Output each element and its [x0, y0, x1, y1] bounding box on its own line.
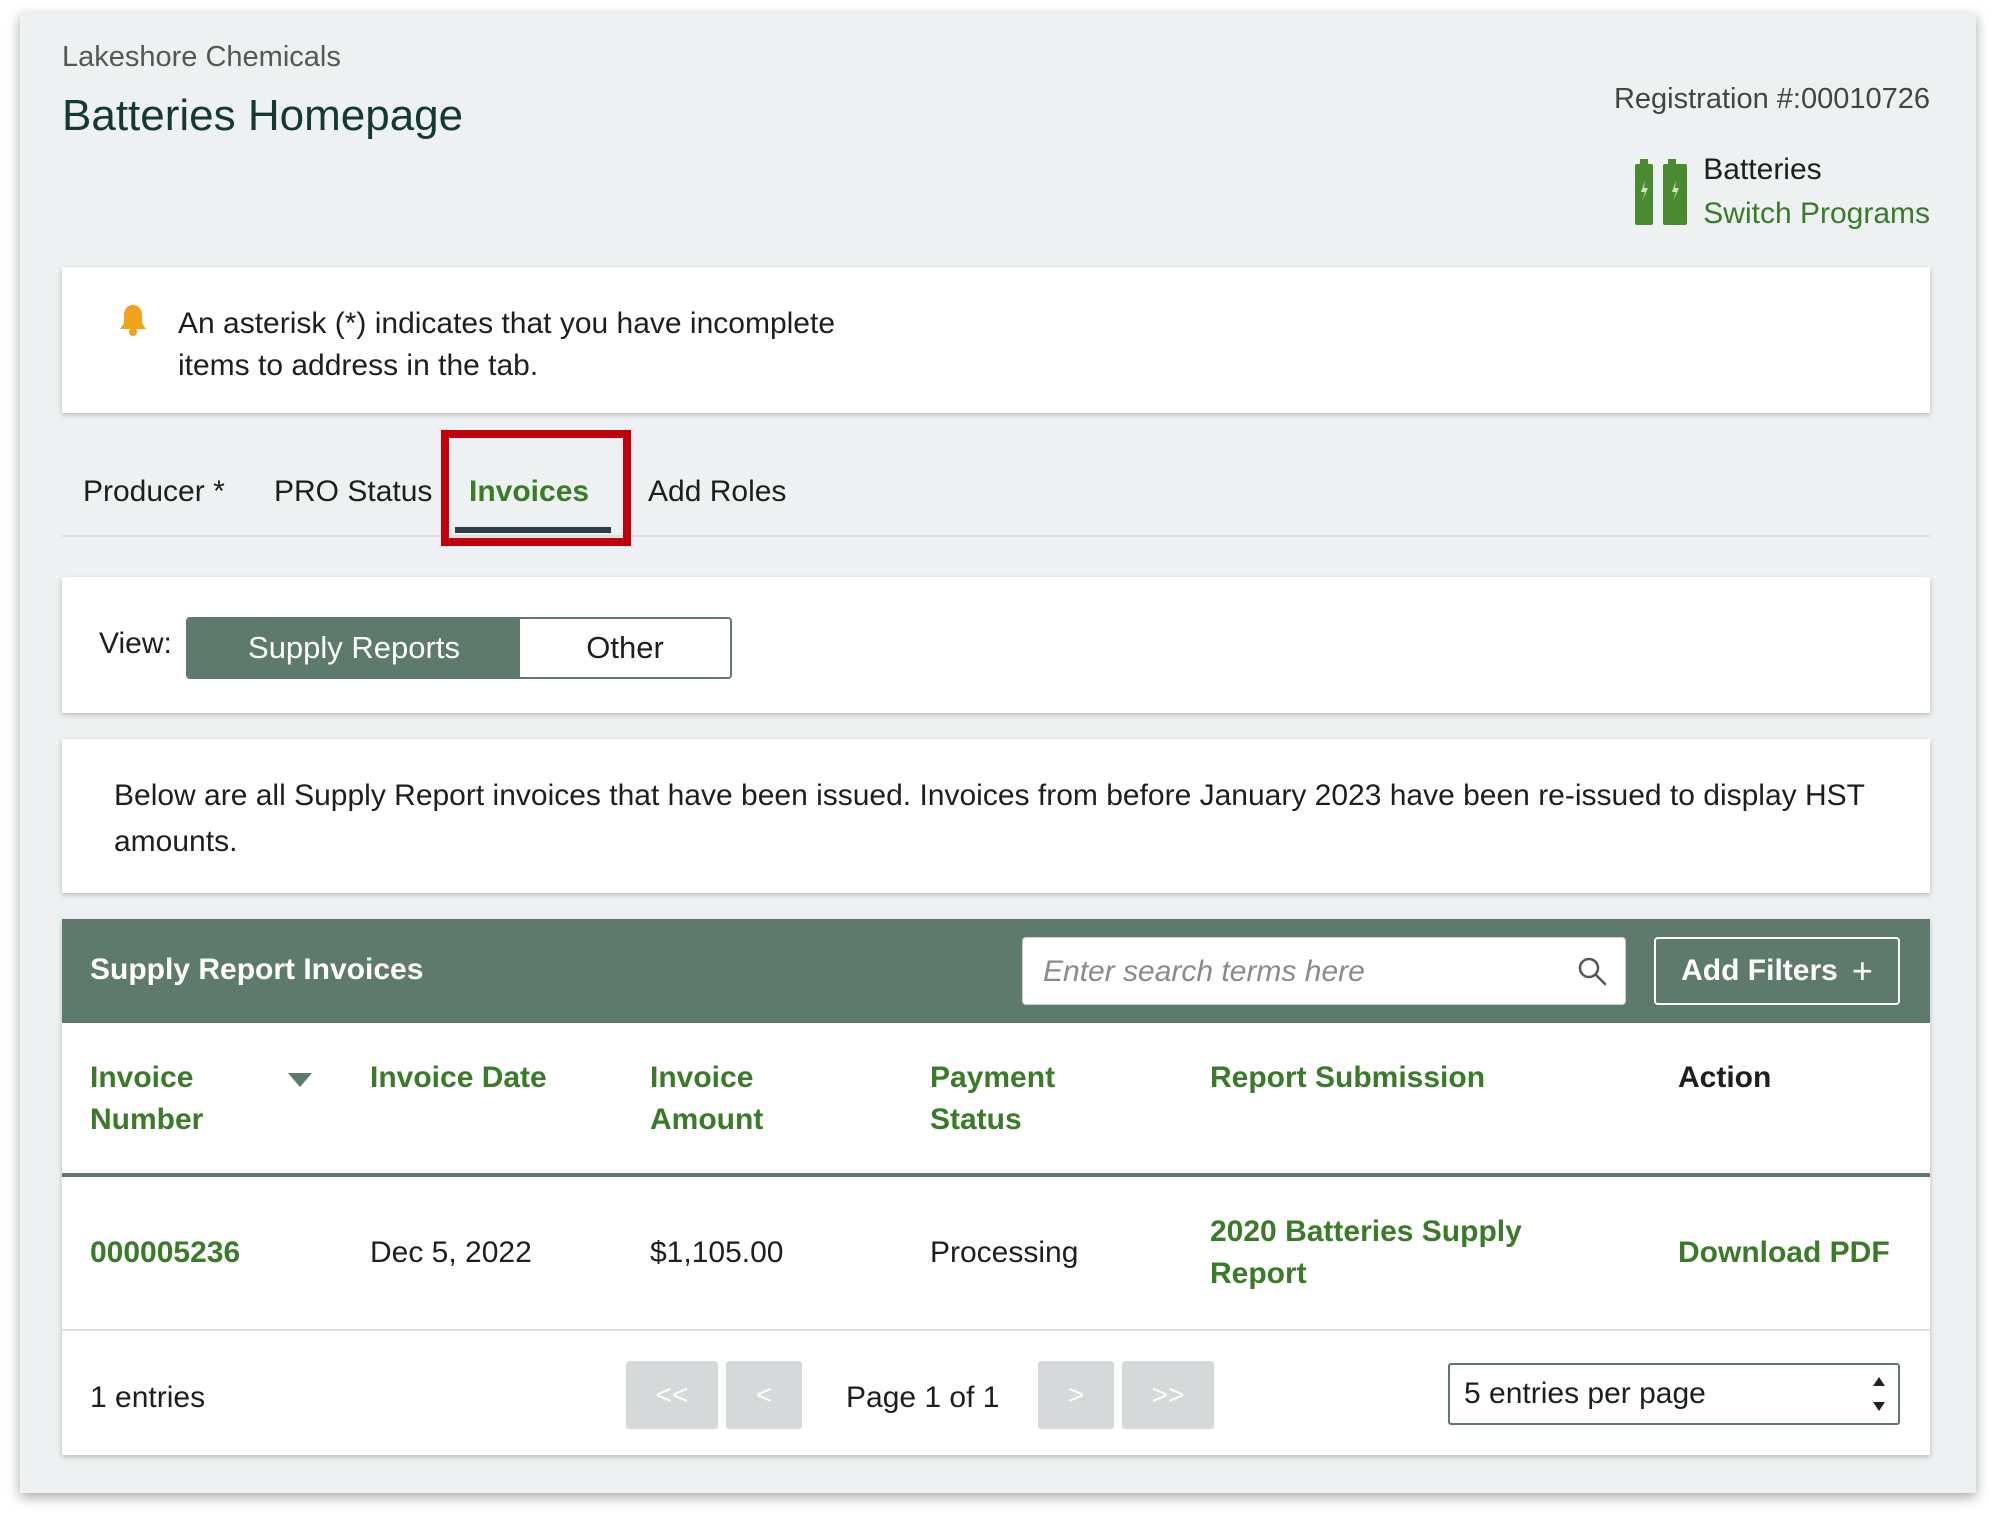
program-info: Batteries Switch Programs [1703, 153, 1930, 231]
add-filters-label: Add Filters [1681, 954, 1838, 987]
previous-page-button[interactable]: < [726, 1361, 802, 1429]
view-label: View: [99, 627, 172, 660]
view-toggle-card: View: Supply Reports Other [62, 577, 1930, 713]
table-title: Supply Report Invoices [90, 953, 424, 986]
program-name: Batteries [1703, 153, 1822, 186]
view-option-supply-reports[interactable]: Supply Reports [188, 619, 520, 677]
column-report-submission[interactable]: Report Submission [1210, 1057, 1485, 1099]
payment-status: Processing [930, 1236, 1079, 1269]
page-info: Page 1 of 1 [846, 1381, 1000, 1414]
table-header-bar: Supply Report Invoices Add Filters + [62, 919, 1930, 1023]
notice-card: An asterisk (*) indicates that you have … [62, 267, 1930, 413]
column-invoice-number[interactable]: Invoice Number [90, 1057, 240, 1141]
tab-producer[interactable]: Producer * [83, 475, 225, 509]
highlight-annotation [441, 430, 631, 546]
search-box [1022, 937, 1626, 1005]
invoice-number-link[interactable]: 000005236 [90, 1232, 240, 1274]
description-text: Below are all Supply Report invoices tha… [114, 779, 1865, 858]
entries-per-page-value: 5 entries per page [1464, 1377, 1706, 1410]
company-name: Lakeshore Chemicals [62, 41, 341, 73]
sort-descending-icon[interactable] [288, 1073, 312, 1087]
table-row: 000005236 Dec 5, 2022 $1,105.00 Processi… [62, 1177, 1930, 1331]
view-option-other[interactable]: Other [520, 619, 730, 677]
search-input[interactable] [1041, 948, 1565, 996]
notice-text: An asterisk (*) indicates that you have … [178, 307, 835, 382]
tab-add-roles[interactable]: Add Roles [648, 475, 786, 509]
view-segmented-control: Supply Reports Other [186, 617, 732, 679]
description-card: Below are all Supply Report invoices tha… [62, 739, 1930, 893]
download-pdf-link[interactable]: Download PDF [1678, 1232, 1890, 1274]
select-arrows-icon [1872, 1377, 1886, 1411]
table-footer: 1 entries << < Page 1 of 1 > >> 5 entrie… [62, 1329, 1930, 1455]
switch-programs-link[interactable]: Switch Programs [1703, 197, 1930, 231]
tab-bar: Producer * PRO Status Invoices Add Roles [62, 461, 1930, 537]
report-submission-link[interactable]: 2020 Batteries Supply Report [1210, 1211, 1540, 1295]
add-filters-button[interactable]: Add Filters + [1654, 937, 1900, 1005]
bell-icon [118, 303, 148, 342]
column-action: Action [1678, 1061, 1772, 1094]
table-header-row: Invoice Number Invoice Date Invoice Amou… [62, 1023, 1930, 1177]
entries-count: 1 entries [90, 1381, 206, 1414]
registration-number: Registration #:00010726 [1613, 83, 1930, 115]
entries-per-page-select[interactable]: 5 entries per page [1448, 1363, 1900, 1425]
page-title: Batteries Homepage [62, 91, 464, 140]
tab-pro-status[interactable]: PRO Status [274, 475, 432, 509]
column-invoice-date[interactable]: Invoice Date [370, 1057, 547, 1099]
last-page-button[interactable]: >> [1122, 1361, 1214, 1429]
invoice-amount: $1,105.00 [650, 1236, 784, 1269]
invoice-date: Dec 5, 2022 [370, 1236, 532, 1269]
column-invoice-amount[interactable]: Invoice Amount [650, 1057, 800, 1141]
invoices-table-card: Supply Report Invoices Add Filters + [62, 919, 1930, 1455]
next-page-button[interactable]: > [1038, 1361, 1114, 1429]
column-payment-status[interactable]: Payment Status [930, 1057, 1080, 1141]
search-icon[interactable] [1577, 956, 1607, 991]
app-window: Lakeshore Chemicals Batteries Homepage R… [20, 13, 1976, 1493]
plus-icon: + [1851, 950, 1873, 991]
first-page-button[interactable]: << [626, 1361, 718, 1429]
program-switcher: Batteries Switch Programs [1633, 153, 1930, 231]
battery-icon [1633, 159, 1689, 230]
